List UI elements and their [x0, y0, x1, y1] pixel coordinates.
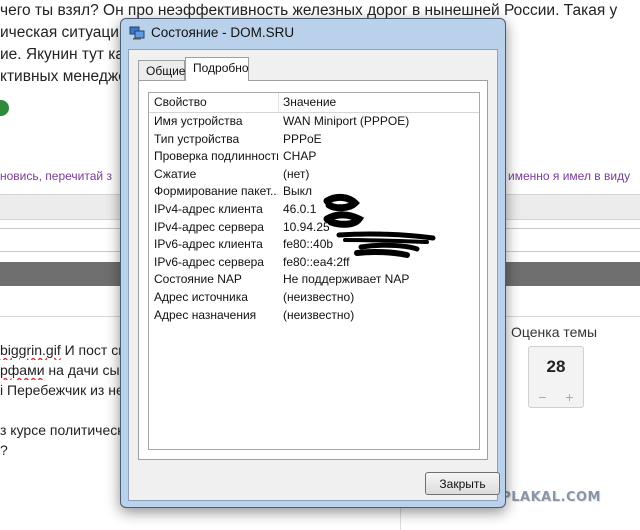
- value-cell: CHAP: [283, 149, 317, 164]
- value-cell: fe80::40b: [283, 237, 334, 252]
- value-cell: (нет): [283, 166, 310, 181]
- value-cell: fe80::ea4:2ff: [283, 254, 350, 269]
- value-cell: (неизвестно): [283, 290, 355, 304]
- column-header-property[interactable]: Свойство: [149, 93, 279, 112]
- rating-minus-button[interactable]: −: [529, 389, 556, 405]
- table-row[interactable]: Формирование пакет... Выкл: [149, 183, 479, 201]
- network-connection-icon: [129, 26, 145, 40]
- column-header-value[interactable]: Значение: [283, 93, 336, 112]
- value-cell: PPPoE: [283, 131, 322, 146]
- post-underlined-word: biggrin.gif: [0, 342, 61, 358]
- tab-general[interactable]: Общие: [138, 60, 185, 80]
- window-title: Состояние - DOM.SRU: [151, 25, 295, 40]
- table-row[interactable]: Тип устройства PPPoE: [149, 131, 479, 149]
- property-cell: IPv4-адрес сервера: [154, 219, 264, 234]
- property-cell: Тип устройства: [154, 131, 240, 146]
- table-row[interactable]: IPv4-адрес сервера 10.94.25: [149, 219, 479, 237]
- property-cell: Имя устройства: [154, 114, 243, 128]
- property-cell: IPv4-адрес клиента: [154, 202, 263, 216]
- rating-widget: 28 − +: [528, 346, 584, 408]
- property-cell: Формирование пакет...: [154, 184, 278, 199]
- rating-label: Оценка темы: [511, 324, 598, 340]
- table-row[interactable]: Проверка подлинности CHAP: [149, 148, 479, 166]
- property-cell: IPv6-адрес клиента: [154, 237, 263, 252]
- table-row[interactable]: IPv4-адрес клиента 46.0.1: [149, 201, 479, 219]
- status-dialog: Состояние - DOM.SRU Общие Подробно Свойс…: [120, 18, 506, 508]
- value-cell: Не поддерживает NAP: [283, 272, 410, 287]
- value-cell: (неизвестно): [283, 307, 355, 322]
- property-cell: Состояние NAP: [154, 272, 242, 287]
- value-cell: 46.0.1: [283, 202, 317, 216]
- property-cell: Сжатие: [154, 166, 197, 181]
- tab-details[interactable]: Подробно: [185, 57, 249, 81]
- table-row[interactable]: Адрес назначения (неизвестно): [149, 307, 479, 325]
- post-underlined-word: рфами: [0, 362, 45, 378]
- close-button[interactable]: Закрыть: [425, 472, 500, 495]
- rating-plus-button[interactable]: +: [556, 389, 583, 405]
- details-list-view[interactable]: Свойство Значение Имя устройства WAN Mini…: [148, 92, 480, 450]
- value-cell: WAN Miniport (PPPOE): [283, 114, 410, 128]
- property-cell: Адрес назначения: [154, 307, 257, 322]
- value-cell: 10.94.25: [283, 219, 330, 234]
- value-cell: Выкл: [283, 184, 313, 199]
- property-cell: Проверка подлинности: [154, 149, 278, 164]
- title-bar[interactable]: Состояние - DOM.SRU: [121, 19, 505, 47]
- table-row[interactable]: Состояние NAP Не поддерживает NAP: [149, 271, 479, 289]
- table-row[interactable]: Имя устройства WAN Miniport (PPPOE): [149, 113, 479, 131]
- table-row[interactable]: Сжатие (нет): [149, 166, 479, 184]
- rating-value: 28: [546, 357, 566, 376]
- table-row[interactable]: Адрес источника (неизвестно): [149, 289, 479, 307]
- property-cell: Адрес источника: [154, 290, 248, 304]
- property-cell: IPv6-адрес сервера: [154, 254, 264, 269]
- smiley-icon: [0, 100, 9, 116]
- details-tab-panel: Свойство Значение Имя устройства WAN Mini…: [138, 80, 488, 460]
- table-row[interactable]: IPv6-адрес клиента fe80::40b: [149, 236, 479, 254]
- dialog-client-area: Общие Подробно Свойство Значение Имя уст…: [128, 49, 500, 501]
- link-meant[interactable]: именно я имел в виду: [508, 169, 630, 183]
- list-header: Свойство Значение: [149, 93, 479, 113]
- post-text: И пост си: [60, 342, 127, 358]
- link-reread[interactable]: новись, перечитай з: [0, 169, 112, 183]
- table-row[interactable]: IPv6-адрес сервера fe80::ea4:2ff: [149, 254, 479, 272]
